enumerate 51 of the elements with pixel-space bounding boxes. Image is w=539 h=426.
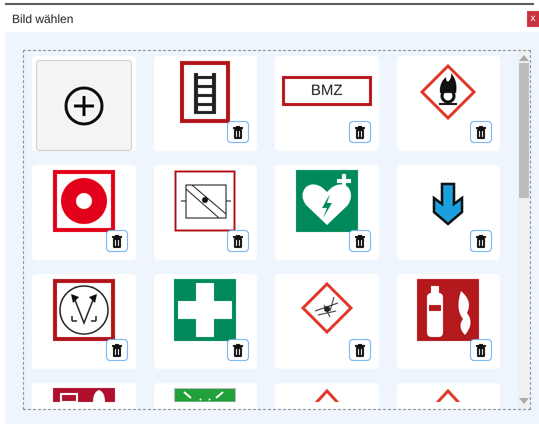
- image-tile[interactable]: [396, 165, 500, 260]
- delete-button[interactable]: [348, 121, 370, 143]
- image-tile[interactable]: [275, 165, 378, 260]
- bmz-sign: BMZ: [282, 76, 372, 106]
- trash-icon: [354, 344, 364, 356]
- ladder-sign-icon: [180, 61, 230, 123]
- image-tile[interactable]: BMZ: [275, 56, 378, 151]
- delete-button[interactable]: [348, 230, 370, 252]
- delete-button[interactable]: [227, 339, 249, 361]
- trash-icon: [476, 344, 486, 356]
- scrollbar[interactable]: [518, 51, 530, 409]
- image-tile[interactable]: [275, 274, 378, 369]
- first-aid-sign-icon: [174, 279, 236, 341]
- valve-sign-icon: [52, 279, 115, 341]
- trash-icon: [354, 126, 364, 138]
- trash-icon: [233, 234, 243, 248]
- trash-icon: [476, 234, 486, 248]
- fire-damper-sign-icon: [174, 170, 236, 232]
- image-tile[interactable]: [154, 274, 257, 369]
- add-icon: [64, 86, 104, 126]
- trash-icon: [112, 344, 122, 356]
- explosion-hazard-icon: [300, 281, 354, 335]
- trash-icon: [233, 344, 243, 356]
- image-tile[interactable]: [396, 274, 500, 369]
- image-tile[interactable]: [396, 56, 500, 151]
- delete-button[interactable]: [470, 339, 492, 361]
- delete-button[interactable]: [470, 230, 492, 252]
- scroll-thumb[interactable]: [519, 63, 529, 198]
- down-arrow-icon: [432, 182, 464, 226]
- trash-icon: [112, 234, 122, 248]
- delete-button[interactable]: [227, 121, 249, 143]
- close-button[interactable]: x: [527, 10, 539, 26]
- trash-icon: [354, 234, 364, 248]
- alarm-sign-icon: [52, 388, 115, 402]
- fire-extinguisher-sign-icon: [417, 279, 480, 341]
- delete-button[interactable]: [106, 230, 128, 252]
- image-tile[interactable]: [32, 274, 136, 369]
- fire-alarm-sign-icon: [52, 170, 115, 232]
- defibrillator-sign-icon: [296, 170, 358, 232]
- image-tile[interactable]: [154, 165, 257, 260]
- delete-button[interactable]: [348, 339, 370, 361]
- delete-button[interactable]: [470, 121, 492, 143]
- window-title: Bild wählen: [12, 10, 74, 28]
- add-image-button[interactable]: [36, 60, 132, 151]
- delete-button[interactable]: [106, 339, 128, 361]
- image-tile[interactable]: [32, 165, 136, 260]
- assembly-point-sign-icon: [174, 388, 236, 402]
- delete-button[interactable]: [227, 230, 249, 252]
- image-tile[interactable]: [154, 56, 257, 151]
- trash-icon: [476, 126, 486, 138]
- trash-icon: [233, 126, 243, 138]
